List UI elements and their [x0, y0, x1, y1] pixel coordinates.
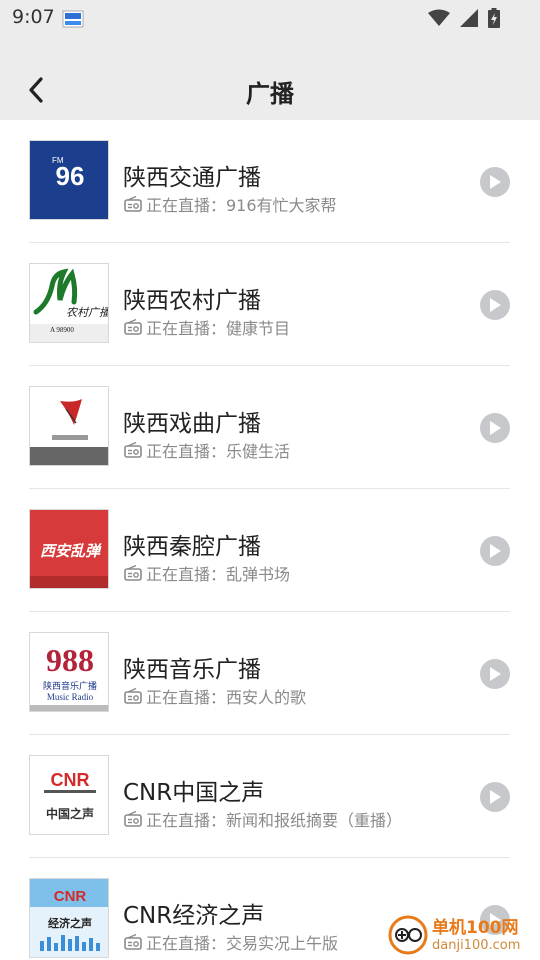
- watermark-logo-icon: [388, 915, 428, 955]
- now-playing-text: 正在直播：916有忙大家帮: [146, 196, 337, 215]
- station-row[interactable]: 陕西戏曲广播 正在直播：乐健生活: [29, 366, 510, 489]
- station-name: 陕西秦腔广播: [123, 534, 261, 560]
- play-button[interactable]: [480, 782, 510, 812]
- station-row[interactable]: CNR 中国之声 CNR中国之声 正在直播：新闻和报纸摘要（重播）: [29, 735, 510, 858]
- logo-text: CNR: [51, 770, 90, 790]
- status-bar: 9:07: [0, 0, 540, 36]
- signal-icon: [460, 9, 478, 31]
- play-icon: [490, 421, 501, 435]
- play-button[interactable]: [480, 659, 510, 689]
- station-logo: 988 陕西音乐广播 Music Radio: [29, 632, 109, 712]
- radio-icon: [124, 442, 142, 458]
- station-logo: CNR 经济之声: [29, 878, 109, 958]
- logo-subtext: 陕西音乐广播: [43, 680, 97, 692]
- radio-icon: [124, 688, 142, 704]
- play-button[interactable]: [480, 290, 510, 320]
- now-playing: 正在直播：交易实况上午版: [124, 930, 338, 954]
- play-button[interactable]: [480, 413, 510, 443]
- play-icon: [490, 790, 501, 804]
- play-icon: [490, 175, 501, 189]
- watermark: 单机100网 danji100.com: [388, 915, 520, 955]
- now-playing: 正在直播：乐健生活: [124, 438, 290, 462]
- play-icon: [490, 544, 501, 558]
- logo-subtext: 经济之声: [48, 916, 92, 930]
- radio-icon: [124, 565, 142, 581]
- page-title: 广播: [246, 80, 294, 108]
- radio-icon: [124, 934, 142, 950]
- station-row[interactable]: 西安乱弹 陕西秦腔广播 正在直播：乱弹书场: [29, 489, 510, 612]
- station-logo: 西安乱弹: [29, 509, 109, 589]
- radio-icon: [124, 196, 142, 212]
- wifi-icon: [428, 9, 450, 31]
- now-playing: 正在直播：916有忙大家帮: [124, 192, 337, 216]
- station-logo: CNR 中国之声: [29, 755, 109, 835]
- app-header: 广播: [0, 36, 540, 120]
- watermark-title: 单机100网: [432, 917, 519, 938]
- logo-text: CNR: [54, 888, 87, 905]
- station-row[interactable]: 988 陕西音乐广播 Music Radio 陕西音乐广播 正在直播：西安人的歌: [29, 612, 510, 735]
- station-name: 陕西交通广播: [123, 165, 261, 191]
- logo-subtext: 中国之声: [46, 806, 94, 821]
- station-logo: [29, 386, 109, 466]
- watermark-url: danji100.com: [432, 937, 521, 953]
- logo-text: 988: [46, 642, 94, 678]
- battery-charging-icon: [488, 8, 500, 32]
- station-name: CNR中国之声: [123, 780, 265, 806]
- station-logo: 农村广播 A 98900: [29, 263, 109, 343]
- station-row[interactable]: 农村广播 A 98900 陕西农村广播 正在直播：健康节目: [29, 243, 510, 366]
- now-playing-text: 正在直播：乱弹书场: [146, 565, 291, 584]
- now-playing-text: 正在直播：乐健生活: [146, 442, 291, 461]
- now-playing: 正在直播：新闻和报纸摘要（重播）: [124, 807, 402, 831]
- play-button[interactable]: [480, 167, 510, 197]
- play-icon: [490, 298, 501, 312]
- svg-text:96: 96: [56, 161, 85, 191]
- now-playing-text: 正在直播：健康节目: [146, 319, 291, 338]
- logo-subtext: A 98900: [50, 326, 74, 334]
- now-playing-text: 正在直播：交易实况上午版: [146, 934, 339, 953]
- now-playing: 正在直播：乱弹书场: [124, 561, 290, 585]
- now-playing: 正在直播：西安人的歌: [124, 684, 306, 708]
- svg-text:FM: FM: [52, 156, 64, 165]
- station-name: 陕西农村广播: [123, 288, 261, 314]
- station-name: 陕西戏曲广播: [123, 411, 261, 437]
- radio-icon: [124, 319, 142, 335]
- now-playing-text: 正在直播：西安人的歌: [146, 688, 307, 707]
- play-button[interactable]: [480, 536, 510, 566]
- station-list: 96 FM 陕西交通广播 正在直播：916有忙大家帮 农村广播 A 98900 …: [0, 120, 540, 960]
- logo-text: 农村广播: [66, 306, 109, 319]
- station-logo: 96 FM: [29, 140, 109, 220]
- play-icon: [490, 667, 501, 681]
- station-name: 陕西音乐广播: [123, 657, 261, 683]
- station-row[interactable]: 96 FM 陕西交通广播 正在直播：916有忙大家帮: [29, 120, 510, 243]
- logo-subtext-en: Music Radio: [47, 692, 94, 702]
- notification-app-icon: [62, 9, 84, 29]
- logo-text: 西安乱弹: [40, 542, 102, 560]
- status-time: 9:07: [12, 6, 55, 28]
- now-playing: 正在直播：健康节目: [124, 315, 290, 339]
- now-playing-text: 正在直播：新闻和报纸摘要（重播）: [146, 811, 403, 830]
- station-name: CNR经济之声: [123, 903, 265, 929]
- radio-icon: [124, 811, 142, 827]
